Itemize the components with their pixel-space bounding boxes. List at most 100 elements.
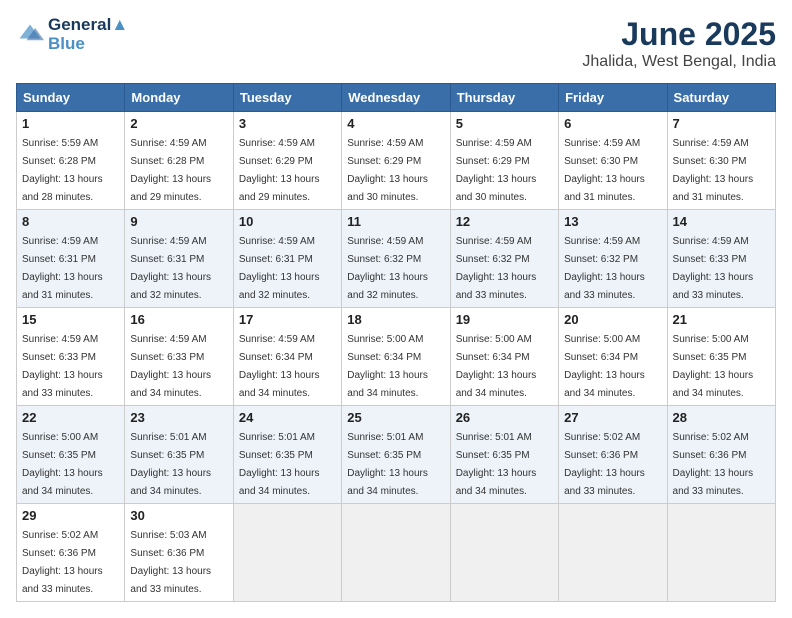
day-number: 1 bbox=[22, 116, 119, 131]
weekday-header-friday: Friday bbox=[559, 84, 667, 112]
weekday-header-monday: Monday bbox=[125, 84, 233, 112]
weekday-header-sunday: Sunday bbox=[17, 84, 125, 112]
calendar-cell: 14 Sunrise: 4:59 AMSunset: 6:33 PMDaylig… bbox=[667, 210, 775, 308]
calendar-cell: 20 Sunrise: 5:00 AMSunset: 6:34 PMDaylig… bbox=[559, 308, 667, 406]
calendar-cell: 8 Sunrise: 4:59 AMSunset: 6:31 PMDayligh… bbox=[17, 210, 125, 308]
day-info: Sunrise: 5:01 AMSunset: 6:35 PMDaylight:… bbox=[456, 432, 537, 497]
calendar-cell: 9 Sunrise: 4:59 AMSunset: 6:31 PMDayligh… bbox=[125, 210, 233, 308]
page-header: General▲ Blue June 2025 Jhalida, West Be… bbox=[16, 16, 776, 71]
calendar-cell: 19 Sunrise: 5:00 AMSunset: 6:34 PMDaylig… bbox=[450, 308, 558, 406]
day-number: 26 bbox=[456, 410, 553, 425]
calendar-cell: 13 Sunrise: 4:59 AMSunset: 6:32 PMDaylig… bbox=[559, 210, 667, 308]
calendar-cell bbox=[342, 504, 450, 602]
day-number: 18 bbox=[347, 312, 444, 327]
calendar-table: SundayMondayTuesdayWednesdayThursdayFrid… bbox=[16, 83, 776, 602]
calendar-body: 1 Sunrise: 5:59 AMSunset: 6:28 PMDayligh… bbox=[17, 112, 776, 602]
day-number: 23 bbox=[130, 410, 227, 425]
day-number: 12 bbox=[456, 214, 553, 229]
day-info: Sunrise: 4:59 AMSunset: 6:29 PMDaylight:… bbox=[456, 138, 537, 203]
calendar-cell: 11 Sunrise: 4:59 AMSunset: 6:32 PMDaylig… bbox=[342, 210, 450, 308]
day-number: 9 bbox=[130, 214, 227, 229]
calendar-cell: 3 Sunrise: 4:59 AMSunset: 6:29 PMDayligh… bbox=[233, 112, 341, 210]
day-number: 14 bbox=[673, 214, 770, 229]
calendar-week-row: 8 Sunrise: 4:59 AMSunset: 6:31 PMDayligh… bbox=[17, 210, 776, 308]
logo: General▲ Blue bbox=[16, 16, 128, 53]
day-number: 21 bbox=[673, 312, 770, 327]
day-info: Sunrise: 5:00 AMSunset: 6:34 PMDaylight:… bbox=[347, 334, 428, 399]
day-number: 15 bbox=[22, 312, 119, 327]
calendar-week-row: 1 Sunrise: 5:59 AMSunset: 6:28 PMDayligh… bbox=[17, 112, 776, 210]
day-info: Sunrise: 5:59 AMSunset: 6:28 PMDaylight:… bbox=[22, 138, 103, 203]
calendar-cell: 5 Sunrise: 4:59 AMSunset: 6:29 PMDayligh… bbox=[450, 112, 558, 210]
day-info: Sunrise: 4:59 AMSunset: 6:33 PMDaylight:… bbox=[22, 334, 103, 399]
calendar-cell: 23 Sunrise: 5:01 AMSunset: 6:35 PMDaylig… bbox=[125, 406, 233, 504]
calendar-cell bbox=[233, 504, 341, 602]
day-info: Sunrise: 4:59 AMSunset: 6:30 PMDaylight:… bbox=[564, 138, 645, 203]
calendar-week-row: 22 Sunrise: 5:00 AMSunset: 6:35 PMDaylig… bbox=[17, 406, 776, 504]
day-info: Sunrise: 4:59 AMSunset: 6:32 PMDaylight:… bbox=[347, 236, 428, 301]
calendar-cell: 27 Sunrise: 5:02 AMSunset: 6:36 PMDaylig… bbox=[559, 406, 667, 504]
day-number: 24 bbox=[239, 410, 336, 425]
calendar-cell: 6 Sunrise: 4:59 AMSunset: 6:30 PMDayligh… bbox=[559, 112, 667, 210]
day-info: Sunrise: 5:00 AMSunset: 6:34 PMDaylight:… bbox=[456, 334, 537, 399]
day-info: Sunrise: 4:59 AMSunset: 6:32 PMDaylight:… bbox=[564, 236, 645, 301]
day-info: Sunrise: 4:59 AMSunset: 6:30 PMDaylight:… bbox=[673, 138, 754, 203]
calendar-cell: 24 Sunrise: 5:01 AMSunset: 6:35 PMDaylig… bbox=[233, 406, 341, 504]
calendar-cell: 29 Sunrise: 5:02 AMSunset: 6:36 PMDaylig… bbox=[17, 504, 125, 602]
day-info: Sunrise: 4:59 AMSunset: 6:31 PMDaylight:… bbox=[22, 236, 103, 301]
day-info: Sunrise: 5:03 AMSunset: 6:36 PMDaylight:… bbox=[130, 530, 211, 595]
day-info: Sunrise: 5:00 AMSunset: 6:34 PMDaylight:… bbox=[564, 334, 645, 399]
weekday-header-wednesday: Wednesday bbox=[342, 84, 450, 112]
day-info: Sunrise: 5:01 AMSunset: 6:35 PMDaylight:… bbox=[130, 432, 211, 497]
title-block: June 2025 Jhalida, West Bengal, India bbox=[582, 16, 776, 71]
day-number: 8 bbox=[22, 214, 119, 229]
day-number: 4 bbox=[347, 116, 444, 131]
day-info: Sunrise: 4:59 AMSunset: 6:31 PMDaylight:… bbox=[239, 236, 320, 301]
month-title: June 2025 bbox=[582, 16, 776, 53]
day-number: 29 bbox=[22, 508, 119, 523]
day-info: Sunrise: 4:59 AMSunset: 6:33 PMDaylight:… bbox=[130, 334, 211, 399]
day-number: 17 bbox=[239, 312, 336, 327]
day-info: Sunrise: 4:59 AMSunset: 6:29 PMDaylight:… bbox=[239, 138, 320, 203]
day-number: 3 bbox=[239, 116, 336, 131]
weekday-header-tuesday: Tuesday bbox=[233, 84, 341, 112]
calendar-cell: 22 Sunrise: 5:00 AMSunset: 6:35 PMDaylig… bbox=[17, 406, 125, 504]
calendar-cell: 10 Sunrise: 4:59 AMSunset: 6:31 PMDaylig… bbox=[233, 210, 341, 308]
calendar-header-row: SundayMondayTuesdayWednesdayThursdayFrid… bbox=[17, 84, 776, 112]
day-info: Sunrise: 4:59 AMSunset: 6:34 PMDaylight:… bbox=[239, 334, 320, 399]
day-number: 27 bbox=[564, 410, 661, 425]
day-info: Sunrise: 5:02 AMSunset: 6:36 PMDaylight:… bbox=[673, 432, 754, 497]
day-number: 2 bbox=[130, 116, 227, 131]
calendar-cell: 12 Sunrise: 4:59 AMSunset: 6:32 PMDaylig… bbox=[450, 210, 558, 308]
day-info: Sunrise: 5:01 AMSunset: 6:35 PMDaylight:… bbox=[239, 432, 320, 497]
day-number: 10 bbox=[239, 214, 336, 229]
calendar-cell: 2 Sunrise: 4:59 AMSunset: 6:28 PMDayligh… bbox=[125, 112, 233, 210]
calendar-week-row: 15 Sunrise: 4:59 AMSunset: 6:33 PMDaylig… bbox=[17, 308, 776, 406]
calendar-cell bbox=[450, 504, 558, 602]
day-number: 7 bbox=[673, 116, 770, 131]
day-number: 6 bbox=[564, 116, 661, 131]
calendar-cell: 26 Sunrise: 5:01 AMSunset: 6:35 PMDaylig… bbox=[450, 406, 558, 504]
day-number: 22 bbox=[22, 410, 119, 425]
calendar-cell: 30 Sunrise: 5:03 AMSunset: 6:36 PMDaylig… bbox=[125, 504, 233, 602]
calendar-cell: 21 Sunrise: 5:00 AMSunset: 6:35 PMDaylig… bbox=[667, 308, 775, 406]
day-info: Sunrise: 5:01 AMSunset: 6:35 PMDaylight:… bbox=[347, 432, 428, 497]
day-info: Sunrise: 4:59 AMSunset: 6:29 PMDaylight:… bbox=[347, 138, 428, 203]
calendar-cell: 4 Sunrise: 4:59 AMSunset: 6:29 PMDayligh… bbox=[342, 112, 450, 210]
calendar-cell: 1 Sunrise: 5:59 AMSunset: 6:28 PMDayligh… bbox=[17, 112, 125, 210]
calendar-cell: 28 Sunrise: 5:02 AMSunset: 6:36 PMDaylig… bbox=[667, 406, 775, 504]
day-info: Sunrise: 5:02 AMSunset: 6:36 PMDaylight:… bbox=[564, 432, 645, 497]
calendar-cell: 15 Sunrise: 4:59 AMSunset: 6:33 PMDaylig… bbox=[17, 308, 125, 406]
day-number: 16 bbox=[130, 312, 227, 327]
calendar-cell bbox=[559, 504, 667, 602]
day-info: Sunrise: 4:59 AMSunset: 6:28 PMDaylight:… bbox=[130, 138, 211, 203]
day-info: Sunrise: 4:59 AMSunset: 6:31 PMDaylight:… bbox=[130, 236, 211, 301]
day-number: 20 bbox=[564, 312, 661, 327]
calendar-week-row: 29 Sunrise: 5:02 AMSunset: 6:36 PMDaylig… bbox=[17, 504, 776, 602]
day-info: Sunrise: 4:59 AMSunset: 6:33 PMDaylight:… bbox=[673, 236, 754, 301]
day-info: Sunrise: 5:00 AMSunset: 6:35 PMDaylight:… bbox=[673, 334, 754, 399]
day-number: 5 bbox=[456, 116, 553, 131]
calendar-cell: 25 Sunrise: 5:01 AMSunset: 6:35 PMDaylig… bbox=[342, 406, 450, 504]
logo-icon bbox=[16, 21, 44, 49]
day-info: Sunrise: 5:02 AMSunset: 6:36 PMDaylight:… bbox=[22, 530, 103, 595]
